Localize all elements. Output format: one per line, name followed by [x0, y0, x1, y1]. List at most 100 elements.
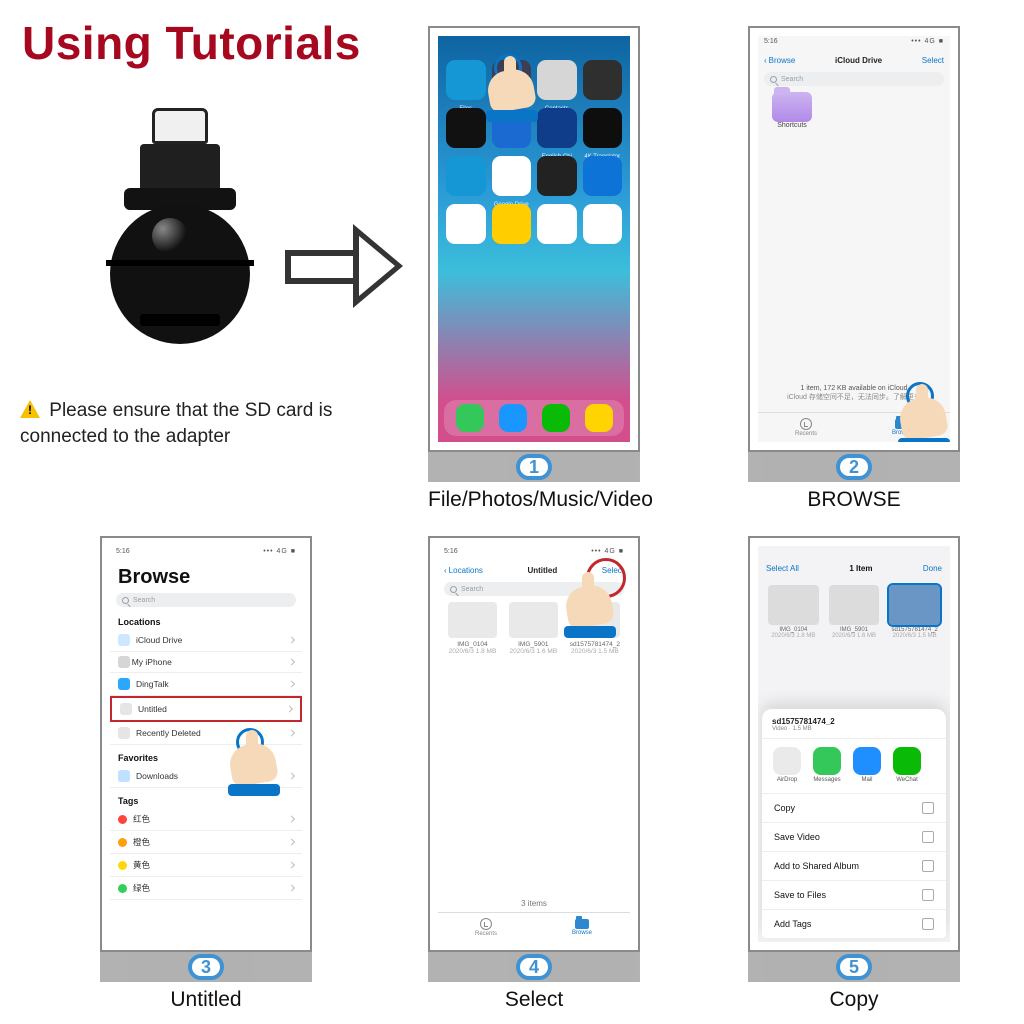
file-item[interactable]: IMG_01042020/6/3 1.8 MB: [448, 602, 497, 655]
lightning-connector-icon: [152, 108, 208, 144]
phone-frame: Select All 1 Item Done IMG_01042020/6/3 …: [748, 536, 960, 952]
adapter-neck: [140, 144, 220, 194]
home-screen: [438, 36, 630, 442]
chevron-right-icon: [288, 815, 295, 822]
action-save-video[interactable]: Save Video: [762, 823, 946, 852]
untitled-screen: 5:16••• 4G ■ ‹Locations Untitled Select …: [438, 546, 630, 942]
selection-title: 1 Item: [849, 564, 872, 573]
chevron-right-icon: [288, 838, 295, 845]
tab-browse[interactable]: Browse: [534, 913, 630, 942]
section-locations: Locations: [110, 609, 302, 629]
file-item-selected[interactable]: sd1575781474_22020/6/3 1.5 MB: [889, 585, 940, 639]
row-on-my-iphone[interactable]: On My iPhone: [110, 652, 302, 673]
tap-gesture-icon: [900, 388, 950, 442]
app-icon[interactable]: [446, 156, 486, 196]
folder-icon: [575, 919, 589, 929]
share-airdrop[interactable]: AirDrop: [772, 747, 802, 783]
browse-screen: 5:16••• 4G ■ Browse Search Locations iCl…: [110, 546, 302, 942]
file-item[interactable]: IMG_59012020/6/3 1.6 MB: [829, 585, 880, 639]
tag-row[interactable]: 绿色: [110, 877, 302, 900]
dock: [444, 400, 624, 436]
trash-icon: [118, 727, 130, 739]
phone-base: 3: [100, 952, 312, 982]
chevron-right-icon: [288, 861, 295, 868]
action-shared-album[interactable]: Add to Shared Album: [762, 852, 946, 881]
tag-row[interactable]: 黄色: [110, 854, 302, 877]
highlight: [152, 218, 188, 254]
app-icon[interactable]: [583, 156, 623, 196]
step-5-phone: Select All 1 Item Done IMG_01042020/6/3 …: [748, 536, 960, 1012]
chevron-right-icon: [288, 636, 295, 643]
item-count: 3 items: [438, 899, 630, 908]
done-button[interactable]: Done: [923, 564, 942, 573]
back-button[interactable]: ‹Browse: [764, 56, 795, 65]
back-button[interactable]: ‹Locations: [444, 566, 483, 575]
tag-dot-icon: [118, 838, 127, 847]
dock-alipay[interactable]: [499, 404, 527, 432]
dingtalk-icon: [118, 678, 130, 690]
search-input[interactable]: Search: [116, 593, 296, 607]
action-copy[interactable]: Copy: [762, 794, 946, 823]
select-button[interactable]: Select: [922, 56, 944, 65]
action-save-to-files[interactable]: Save to Files: [762, 881, 946, 910]
chevron-right-icon: [286, 705, 293, 712]
action-add-tags[interactable]: Add Tags: [762, 910, 946, 938]
phone-base: 5: [748, 952, 960, 982]
app-icon[interactable]: [446, 204, 486, 244]
step-2-phone: 5:16••• 4G ■ ‹Browse iCloud Drive Select…: [748, 26, 960, 512]
share-screen: Select All 1 Item Done IMG_01042020/6/3 …: [758, 546, 950, 942]
tab-bar: Recents Browse: [438, 912, 630, 942]
dock-messages[interactable]: [456, 404, 484, 432]
search-input[interactable]: Search: [764, 72, 944, 86]
app-files[interactable]: [446, 60, 486, 100]
chevron-right-icon: [288, 884, 295, 891]
app-translator[interactable]: [537, 108, 577, 148]
folder-icon: [922, 889, 934, 901]
select-all-button[interactable]: Select All: [766, 564, 799, 573]
folder-icon: [118, 770, 130, 782]
share-header: sd1575781474_2 Video · 1.5 MB: [762, 715, 946, 739]
share-wechat[interactable]: WeChat: [892, 747, 922, 783]
row-dingtalk[interactable]: DingTalk: [110, 673, 302, 696]
dock-app[interactable]: [585, 404, 613, 432]
share-messages[interactable]: Messages: [812, 747, 842, 783]
app-4k[interactable]: [583, 108, 623, 148]
row-untitled[interactable]: Untitled: [110, 696, 302, 722]
file-item[interactable]: IMG_01042020/6/3 1.8 MB: [768, 585, 819, 639]
app-icon[interactable]: [583, 204, 623, 244]
step-4-caption: Select: [428, 988, 640, 1012]
folder-shortcuts[interactable]: Shortcuts: [772, 92, 812, 129]
file-item[interactable]: IMG_59012020/6/3 1.6 MB: [509, 602, 558, 655]
row-icloud-drive[interactable]: iCloud Drive: [110, 629, 302, 652]
tag-dot-icon: [118, 815, 127, 824]
nav-bar: ‹Browse iCloud Drive Select: [758, 50, 950, 70]
tab-recents[interactable]: Recents: [438, 913, 534, 942]
app-ikea[interactable]: [492, 204, 532, 244]
app-icon[interactable]: [537, 156, 577, 196]
search-icon: [450, 586, 457, 593]
phone-frame: [428, 26, 640, 452]
step-3-phone: 5:16••• 4G ■ Browse Search Locations iCl…: [100, 536, 312, 1012]
app-contacts[interactable]: [537, 60, 577, 100]
share-mail[interactable]: Mail: [852, 747, 882, 783]
tap-gesture-icon: [488, 60, 542, 120]
app-tiktok[interactable]: [446, 108, 486, 148]
search-icon: [122, 597, 129, 604]
thumb-row: IMG_01042020/6/3 1.8 MB IMG_59012020/6/3…: [758, 577, 950, 647]
chevron-right-icon: [288, 680, 295, 687]
app-icon[interactable]: [583, 60, 623, 100]
step-3-caption: Untitled: [100, 988, 312, 1012]
phone-icon: [118, 656, 130, 668]
search-icon: [770, 76, 777, 83]
dock-wechat[interactable]: [542, 404, 570, 432]
app-icon[interactable]: [537, 204, 577, 244]
wechat-icon: [893, 747, 921, 775]
app-gdrive[interactable]: [492, 156, 532, 196]
warning-text: Please ensure that the SD card is connec…: [20, 400, 332, 447]
tag-row[interactable]: 橙色: [110, 831, 302, 854]
tab-recents[interactable]: Recents: [758, 413, 854, 442]
share-apps-row: AirDrop Messages Mail WeChat: [762, 739, 946, 794]
tag-row[interactable]: 红色: [110, 808, 302, 831]
phone-frame: 5:16••• 4G ■ Browse Search Locations iCl…: [100, 536, 312, 952]
clock-icon: [480, 918, 492, 930]
